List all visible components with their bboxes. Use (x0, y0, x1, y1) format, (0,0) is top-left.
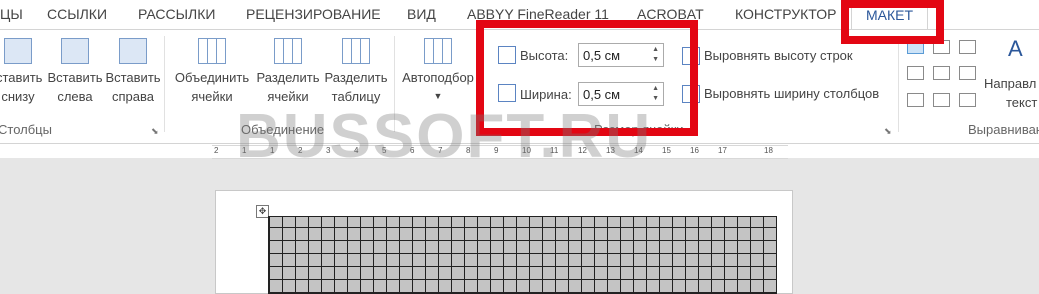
spin-up-icon[interactable]: ▲ (652, 85, 659, 92)
width-input[interactable] (579, 83, 649, 105)
spin-down-icon[interactable]: ▼ (652, 56, 659, 63)
separator (898, 36, 899, 132)
autofit-button[interactable]: Автоподбор ▼ (398, 38, 478, 106)
dropdown-arrow-icon: ▼ (433, 91, 443, 101)
align-bottom-left-icon[interactable] (907, 93, 924, 107)
distribute-columns-button[interactable]: Выровнять ширину столбцов (704, 86, 879, 101)
align-bottom-center-icon[interactable] (933, 93, 950, 107)
distribute-columns-icon (682, 85, 700, 103)
tab-mailings[interactable]: РАССЫЛКИ (138, 0, 215, 28)
text-direction-icon: A (1008, 36, 1023, 61)
merge-cells-icon (198, 38, 226, 64)
insert-left-icon (61, 38, 89, 64)
row-height-icon (498, 46, 516, 64)
tab-layout[interactable]: МАКЕТ (851, 0, 929, 29)
insert-below-icon (4, 38, 32, 64)
height-spinner[interactable]: ▲ ▼ (578, 43, 664, 67)
tab-abbyy[interactable]: ABBYY FineReader 11 (467, 0, 609, 28)
width-label: Ширина: (520, 87, 572, 102)
spin-up-icon[interactable]: ▲ (652, 46, 659, 53)
height-label: Высота: (520, 48, 569, 63)
dialog-launcher-icon[interactable]: ⬊ (151, 126, 159, 137)
align-top-left-icon[interactable] (907, 40, 924, 54)
width-spinner[interactable]: ▲ ▼ (578, 82, 664, 106)
group-label-rows-cols: Столбцы (0, 122, 52, 137)
split-cells-button[interactable]: Разделить ячейки (254, 38, 322, 106)
autofit-icon (424, 38, 452, 64)
height-input[interactable] (579, 44, 649, 66)
separator (394, 36, 395, 132)
align-bottom-right-icon[interactable] (959, 93, 976, 107)
spin-down-icon[interactable]: ▼ (652, 95, 659, 102)
tab-acrobat[interactable]: ACROBAT (637, 0, 704, 28)
align-middle-right-icon[interactable] (959, 66, 976, 80)
align-top-center-icon[interactable] (933, 40, 950, 54)
tab-design[interactable]: КОНСТРУКТОР (735, 0, 836, 28)
tab-partial[interactable]: ЦЫ (0, 0, 23, 28)
separator (164, 36, 165, 132)
split-cells-icon (274, 38, 302, 64)
dialog-launcher-icon[interactable]: ⬊ (884, 126, 892, 137)
merge-cells-button[interactable]: Объединить ячейки (172, 38, 252, 106)
group-label-cell-size: Размер ячейки (594, 122, 684, 137)
tab-references[interactable]: ССЫЛКИ (47, 0, 107, 28)
distribute-rows-button[interactable]: Выровнять высоту строк (704, 48, 853, 63)
align-middle-left-icon[interactable] (907, 66, 924, 80)
text-direction-button[interactable]: A Направл текст (984, 36, 1039, 112)
insert-left-button[interactable]: Вставить слева (45, 38, 105, 106)
insert-right-icon (119, 38, 147, 64)
insert-right-button[interactable]: Вставить справа (104, 38, 162, 106)
split-table-button[interactable]: Разделить таблицу (322, 38, 390, 106)
align-top-right-icon[interactable] (959, 40, 976, 54)
align-middle-center-icon[interactable] (933, 66, 950, 80)
ribbon-tabs: ЦЫ ССЫЛКИ РАССЫЛКИ РЕЦЕНЗИРОВАНИЕ ВИД AB… (0, 0, 1039, 30)
split-table-icon (342, 38, 370, 64)
column-width-icon (498, 84, 516, 102)
horizontal-ruler[interactable]: 2 1 1 2 3 4 5 6 7 8 9 10 11 12 13 14 15 … (212, 145, 788, 159)
group-label-merge: Объединение (241, 122, 325, 137)
insert-below-button[interactable]: ставить снизу (0, 38, 42, 106)
distribute-rows-icon (682, 47, 700, 65)
tab-view[interactable]: ВИД (407, 0, 436, 28)
group-label-alignment: Выравниван (968, 122, 1039, 137)
table-grid[interactable] (268, 216, 777, 294)
tab-review[interactable]: РЕЦЕНЗИРОВАНИЕ (246, 0, 381, 28)
